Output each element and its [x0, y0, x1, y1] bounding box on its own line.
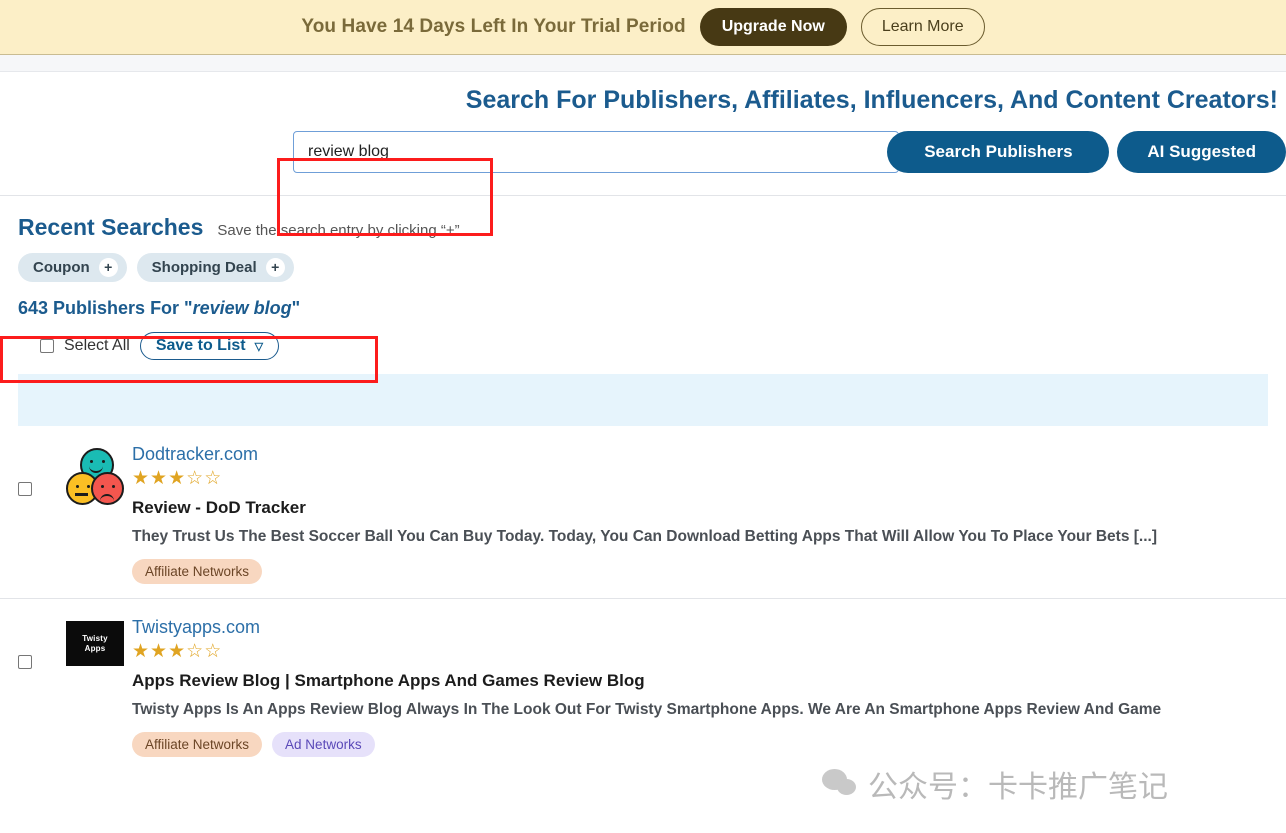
- result-checkbox[interactable]: [18, 655, 32, 669]
- result-favicon-cell: [66, 444, 132, 506]
- rating-stars: ★★★☆☆: [132, 642, 1268, 661]
- result-domain-link[interactable]: Twistyapps.com: [132, 617, 260, 638]
- logo-line-2: Apps: [84, 643, 106, 653]
- select-all-label: Select All: [64, 337, 130, 354]
- result-body: Twistyapps.com ★★★☆☆ Apps Review Blog | …: [132, 617, 1268, 757]
- results-count-prefix: 643 Publishers For ": [18, 298, 193, 318]
- search-section: Search For Publishers, Affiliates, Influ…: [0, 72, 1286, 196]
- result-checkbox-cell: [18, 444, 66, 496]
- divider: [0, 195, 1286, 196]
- chip-shopping-deal[interactable]: Shopping Deal +: [136, 253, 294, 282]
- recent-searches-header: Recent Searches Save the search entry by…: [0, 196, 1286, 241]
- search-input[interactable]: [293, 131, 900, 173]
- sub-strip: [0, 55, 1286, 72]
- selection-controls: Select All Save to List ▽: [0, 319, 1286, 360]
- star-filled-icon: ★: [168, 468, 187, 489]
- result-checkbox[interactable]: [18, 482, 32, 496]
- plus-icon[interactable]: +: [98, 258, 118, 277]
- chevron-down-icon: ▽: [254, 340, 264, 353]
- result-description: Twisty Apps Is An Apps Review Blog Alway…: [132, 701, 1162, 718]
- star-filled-icon: ★: [132, 468, 151, 489]
- result-favicon-cell: Twisty Apps: [66, 617, 132, 666]
- result-body: Dodtracker.com ★★★☆☆ Review - DoD Tracke…: [132, 444, 1268, 584]
- recent-searches-hint: Save the search entry by clicking “+”.: [217, 222, 464, 239]
- page-title: Search For Publishers, Affiliates, Influ…: [465, 86, 1278, 114]
- upgrade-now-button[interactable]: Upgrade Now: [699, 8, 847, 46]
- results-count-suffix: ": [291, 298, 301, 318]
- result-row[interactable]: Dodtracker.com ★★★☆☆ Review - DoD Tracke…: [0, 426, 1286, 599]
- learn-more-button[interactable]: Learn More: [860, 8, 985, 46]
- results-count: 643 Publishers For "review blog": [0, 282, 1286, 319]
- save-to-list-label: Save to List: [155, 337, 246, 354]
- result-title: Review - DoD Tracker: [132, 498, 306, 517]
- star-filled-icon: ★: [150, 641, 169, 662]
- tag-affiliate-networks[interactable]: Affiliate Networks: [132, 559, 263, 584]
- select-all-checkbox[interactable]: [40, 339, 54, 353]
- star-filled-icon: ★: [150, 468, 169, 489]
- star-filled-icon: ★: [168, 641, 187, 662]
- results-count-query: review blog: [192, 298, 292, 318]
- chip-label: Coupon: [33, 259, 90, 276]
- logo-line-1: Twisty: [82, 634, 108, 644]
- ai-suggested-button[interactable]: AI Suggested: [1117, 131, 1286, 173]
- tag-affiliate-networks[interactable]: Affiliate Networks: [132, 732, 263, 757]
- star-filled-icon: ★: [132, 641, 151, 662]
- plus-icon[interactable]: +: [265, 258, 285, 277]
- result-checkbox-cell: [18, 617, 66, 669]
- rating-stars: ★★★☆☆: [132, 469, 1268, 488]
- chip-coupon[interactable]: Coupon +: [18, 253, 127, 282]
- red-frown-face: [91, 472, 124, 505]
- save-to-list-button[interactable]: Save to List ▽: [139, 332, 280, 360]
- promo-bar: [18, 374, 1268, 426]
- star-empty-icon: ☆: [186, 468, 205, 489]
- three-faces-icon: [66, 448, 124, 506]
- recent-searches-title: Recent Searches: [18, 214, 204, 240]
- search-row: Search Publishers AI Suggested: [0, 115, 1286, 173]
- chip-label: Shopping Deal: [151, 259, 257, 276]
- star-empty-icon: ☆: [204, 468, 223, 489]
- result-description: They Trust Us The Best Soccer Ball You C…: [132, 528, 1157, 545]
- tag-ad-networks[interactable]: Ad Networks: [272, 732, 375, 757]
- result-title: Apps Review Blog | Smartphone Apps And G…: [132, 671, 645, 690]
- wechat-icon: [822, 769, 856, 799]
- result-tags: Affiliate Networks: [132, 559, 1268, 584]
- star-empty-icon: ☆: [186, 641, 205, 662]
- result-row[interactable]: Twisty Apps Twistyapps.com ★★★☆☆ Apps Re…: [0, 599, 1286, 771]
- recent-search-chips: Coupon + Shopping Deal +: [0, 241, 1286, 282]
- result-domain-link[interactable]: Dodtracker.com: [132, 444, 258, 465]
- star-empty-icon: ☆: [204, 641, 223, 662]
- result-tags: Affiliate Networks Ad Networks: [132, 732, 1268, 757]
- trial-banner: You Have 14 Days Left In Your Trial Peri…: [0, 0, 1286, 55]
- trial-message: You Have 14 Days Left In Your Trial Peri…: [301, 16, 686, 37]
- twisty-apps-logo: Twisty Apps: [66, 621, 124, 666]
- search-publishers-button[interactable]: Search Publishers: [887, 131, 1110, 173]
